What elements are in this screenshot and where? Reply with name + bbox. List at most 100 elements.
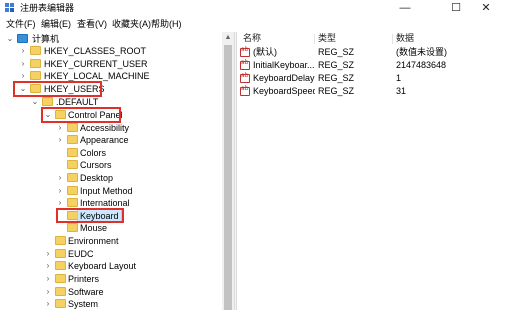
folder-icon bbox=[55, 110, 66, 119]
chevron-down-icon[interactable]: ⌄ bbox=[6, 33, 14, 45]
value-name: KeyboardSpeed bbox=[253, 86, 315, 96]
list-row[interactable]: InitialKeyboar... REG_SZ 2147483648 bbox=[237, 59, 505, 72]
tree-label-hkey-local-machine: HKEY_LOCAL_MACHINE bbox=[44, 71, 150, 81]
chevron-down-icon[interactable]: ⌄ bbox=[31, 96, 39, 108]
tree-node-cursors[interactable]: Cursors bbox=[0, 159, 200, 171]
registry-tree[interactable]: ⌄ 计算机 › HKEY_CLASSES_ROOT › HKEY_CURRENT… bbox=[0, 32, 222, 310]
tree-node-system[interactable]: › System bbox=[0, 298, 200, 310]
tree-label-colors: Colors bbox=[80, 148, 107, 158]
string-value-icon bbox=[240, 46, 250, 57]
chevron-down-icon[interactable]: ⌄ bbox=[44, 109, 52, 121]
tree-node-accessibility[interactable]: › Accessibility bbox=[0, 122, 200, 134]
folder-icon bbox=[67, 223, 78, 232]
column-header-data[interactable]: 数据 bbox=[393, 32, 503, 45]
chevron-right-icon[interactable]: › bbox=[44, 298, 52, 310]
menu-favorites[interactable]: 收藏夹(A) bbox=[112, 18, 151, 31]
scrollbar-thumb[interactable] bbox=[224, 45, 232, 310]
tree-node-keyboard[interactable]: Keyboard bbox=[0, 209, 200, 223]
tree-node-hkey-current-user[interactable]: › HKEY_CURRENT_USER bbox=[0, 58, 200, 70]
tree-node-international[interactable]: › International bbox=[0, 197, 200, 209]
chevron-right-icon[interactable]: › bbox=[56, 197, 64, 209]
tree-label-system: System bbox=[68, 299, 99, 309]
folder-icon bbox=[55, 274, 66, 283]
close-button[interactable]: ✕ bbox=[466, 0, 505, 17]
tree-label-desktop: Desktop bbox=[80, 173, 114, 183]
folder-icon bbox=[55, 299, 66, 308]
list-row[interactable]: KeyboardSpeed REG_SZ 31 bbox=[237, 85, 505, 98]
tree-label-eudc: EUDC bbox=[68, 249, 94, 259]
folder-icon bbox=[67, 160, 78, 169]
tree-node-control-panel[interactable]: ⌄ Control Panel bbox=[0, 109, 200, 121]
value-data: 1 bbox=[396, 73, 402, 83]
list-row[interactable]: KeyboardDelay REG_SZ 1 bbox=[237, 72, 505, 85]
folder-icon bbox=[30, 71, 41, 80]
folder-icon bbox=[55, 261, 66, 270]
value-name: InitialKeyboar... bbox=[253, 60, 315, 70]
tree-label-environment: Environment bbox=[68, 236, 119, 246]
chevron-right-icon[interactable]: › bbox=[56, 185, 64, 197]
window-title: 注册表编辑器 bbox=[20, 3, 75, 13]
chevron-right-icon[interactable]: › bbox=[44, 273, 52, 285]
tree-label-hkey-classes-root: HKEY_CLASSES_ROOT bbox=[44, 46, 147, 56]
tree-label-mouse: Mouse bbox=[80, 223, 108, 233]
tree-node-printers[interactable]: › Printers bbox=[0, 273, 200, 285]
tree-node-appearance[interactable]: › Appearance bbox=[0, 134, 200, 146]
chevron-right-icon[interactable]: › bbox=[56, 122, 64, 134]
folder-icon bbox=[42, 97, 53, 106]
tree-label-printers: Printers bbox=[68, 274, 100, 284]
chevron-right-icon[interactable]: › bbox=[19, 58, 27, 70]
list-row[interactable]: (默认) REG_SZ (数值未设置) bbox=[237, 46, 505, 59]
tree-label-software: Software bbox=[68, 287, 104, 297]
menu-view[interactable]: 查看(V) bbox=[77, 18, 107, 31]
tree-label-hkey-current-user: HKEY_CURRENT_USER bbox=[44, 59, 148, 69]
tree-node-hkey-local-machine[interactable]: › HKEY_LOCAL_MACHINE bbox=[0, 70, 200, 82]
tree-node-keyboard-layout[interactable]: › Keyboard Layout bbox=[0, 260, 200, 272]
chevron-right-icon[interactable]: › bbox=[19, 70, 27, 82]
tree-node-software[interactable]: › Software bbox=[0, 286, 200, 298]
folder-icon bbox=[67, 148, 78, 157]
tree-node-hkey-users[interactable]: ⌄ HKEY_USERS bbox=[0, 83, 200, 95]
tree-label-keyboard-layout: Keyboard Layout bbox=[68, 261, 137, 271]
chevron-down-icon[interactable]: ⌄ bbox=[19, 83, 27, 95]
scroll-up-arrow-icon[interactable]: ▲ bbox=[222, 32, 234, 44]
column-header-type[interactable]: 类型 bbox=[315, 32, 393, 45]
chevron-right-icon[interactable]: › bbox=[44, 286, 52, 298]
tree-node-eudc[interactable]: › EUDC bbox=[0, 248, 200, 260]
chevron-right-icon[interactable]: › bbox=[19, 45, 27, 57]
folder-icon bbox=[67, 186, 78, 195]
menu-help[interactable]: 帮助(H) bbox=[151, 18, 182, 31]
tree-label-accessibility: Accessibility bbox=[80, 123, 130, 133]
tree-node-colors[interactable]: Colors bbox=[0, 147, 200, 159]
chevron-right-icon[interactable]: › bbox=[56, 134, 64, 146]
computer-icon bbox=[17, 34, 28, 43]
list-header: 名称 类型 数据 bbox=[237, 32, 505, 45]
tree-scrollbar[interactable]: ▲ bbox=[222, 32, 234, 310]
column-header-name[interactable]: 名称 bbox=[240, 32, 315, 45]
tree-label-hkey-users: HKEY_USERS bbox=[44, 84, 105, 94]
tree-label-cursors: Cursors bbox=[80, 160, 112, 170]
tree-label-default: .DEFAULT bbox=[56, 97, 99, 107]
tree-node-input-method[interactable]: › Input Method bbox=[0, 185, 200, 197]
minimize-button[interactable]: — bbox=[385, 0, 425, 17]
chevron-right-icon[interactable]: › bbox=[56, 172, 64, 184]
string-value-icon bbox=[240, 59, 250, 70]
chevron-right-icon[interactable]: › bbox=[44, 260, 52, 272]
tree-node-default[interactable]: ⌄ .DEFAULT bbox=[0, 96, 200, 108]
menu-edit[interactable]: 编辑(E) bbox=[41, 18, 71, 31]
values-list[interactable]: 名称 类型 数据 (默认) REG_SZ (数值未设置) InitialKeyb… bbox=[237, 32, 505, 310]
tree-node-environment[interactable]: Environment bbox=[0, 235, 200, 247]
menu-file[interactable]: 文件(F) bbox=[6, 18, 36, 31]
value-data: 2147483648 bbox=[396, 60, 447, 70]
value-type: REG_SZ bbox=[318, 47, 355, 57]
chevron-right-icon[interactable]: › bbox=[44, 248, 52, 260]
tree-node-computer[interactable]: ⌄ 计算机 bbox=[0, 33, 200, 45]
tree-label-input-method: Input Method bbox=[80, 186, 133, 196]
value-data: (数值未设置) bbox=[396, 47, 447, 57]
tree-node-hkey-classes-root[interactable]: › HKEY_CLASSES_ROOT bbox=[0, 45, 200, 57]
value-name: KeyboardDelay bbox=[253, 73, 315, 83]
tree-node-mouse[interactable]: Mouse bbox=[0, 222, 200, 234]
tree-node-desktop[interactable]: › Desktop bbox=[0, 172, 200, 184]
value-type: REG_SZ bbox=[318, 60, 355, 70]
folder-icon bbox=[67, 198, 78, 207]
string-value-icon bbox=[240, 72, 250, 83]
